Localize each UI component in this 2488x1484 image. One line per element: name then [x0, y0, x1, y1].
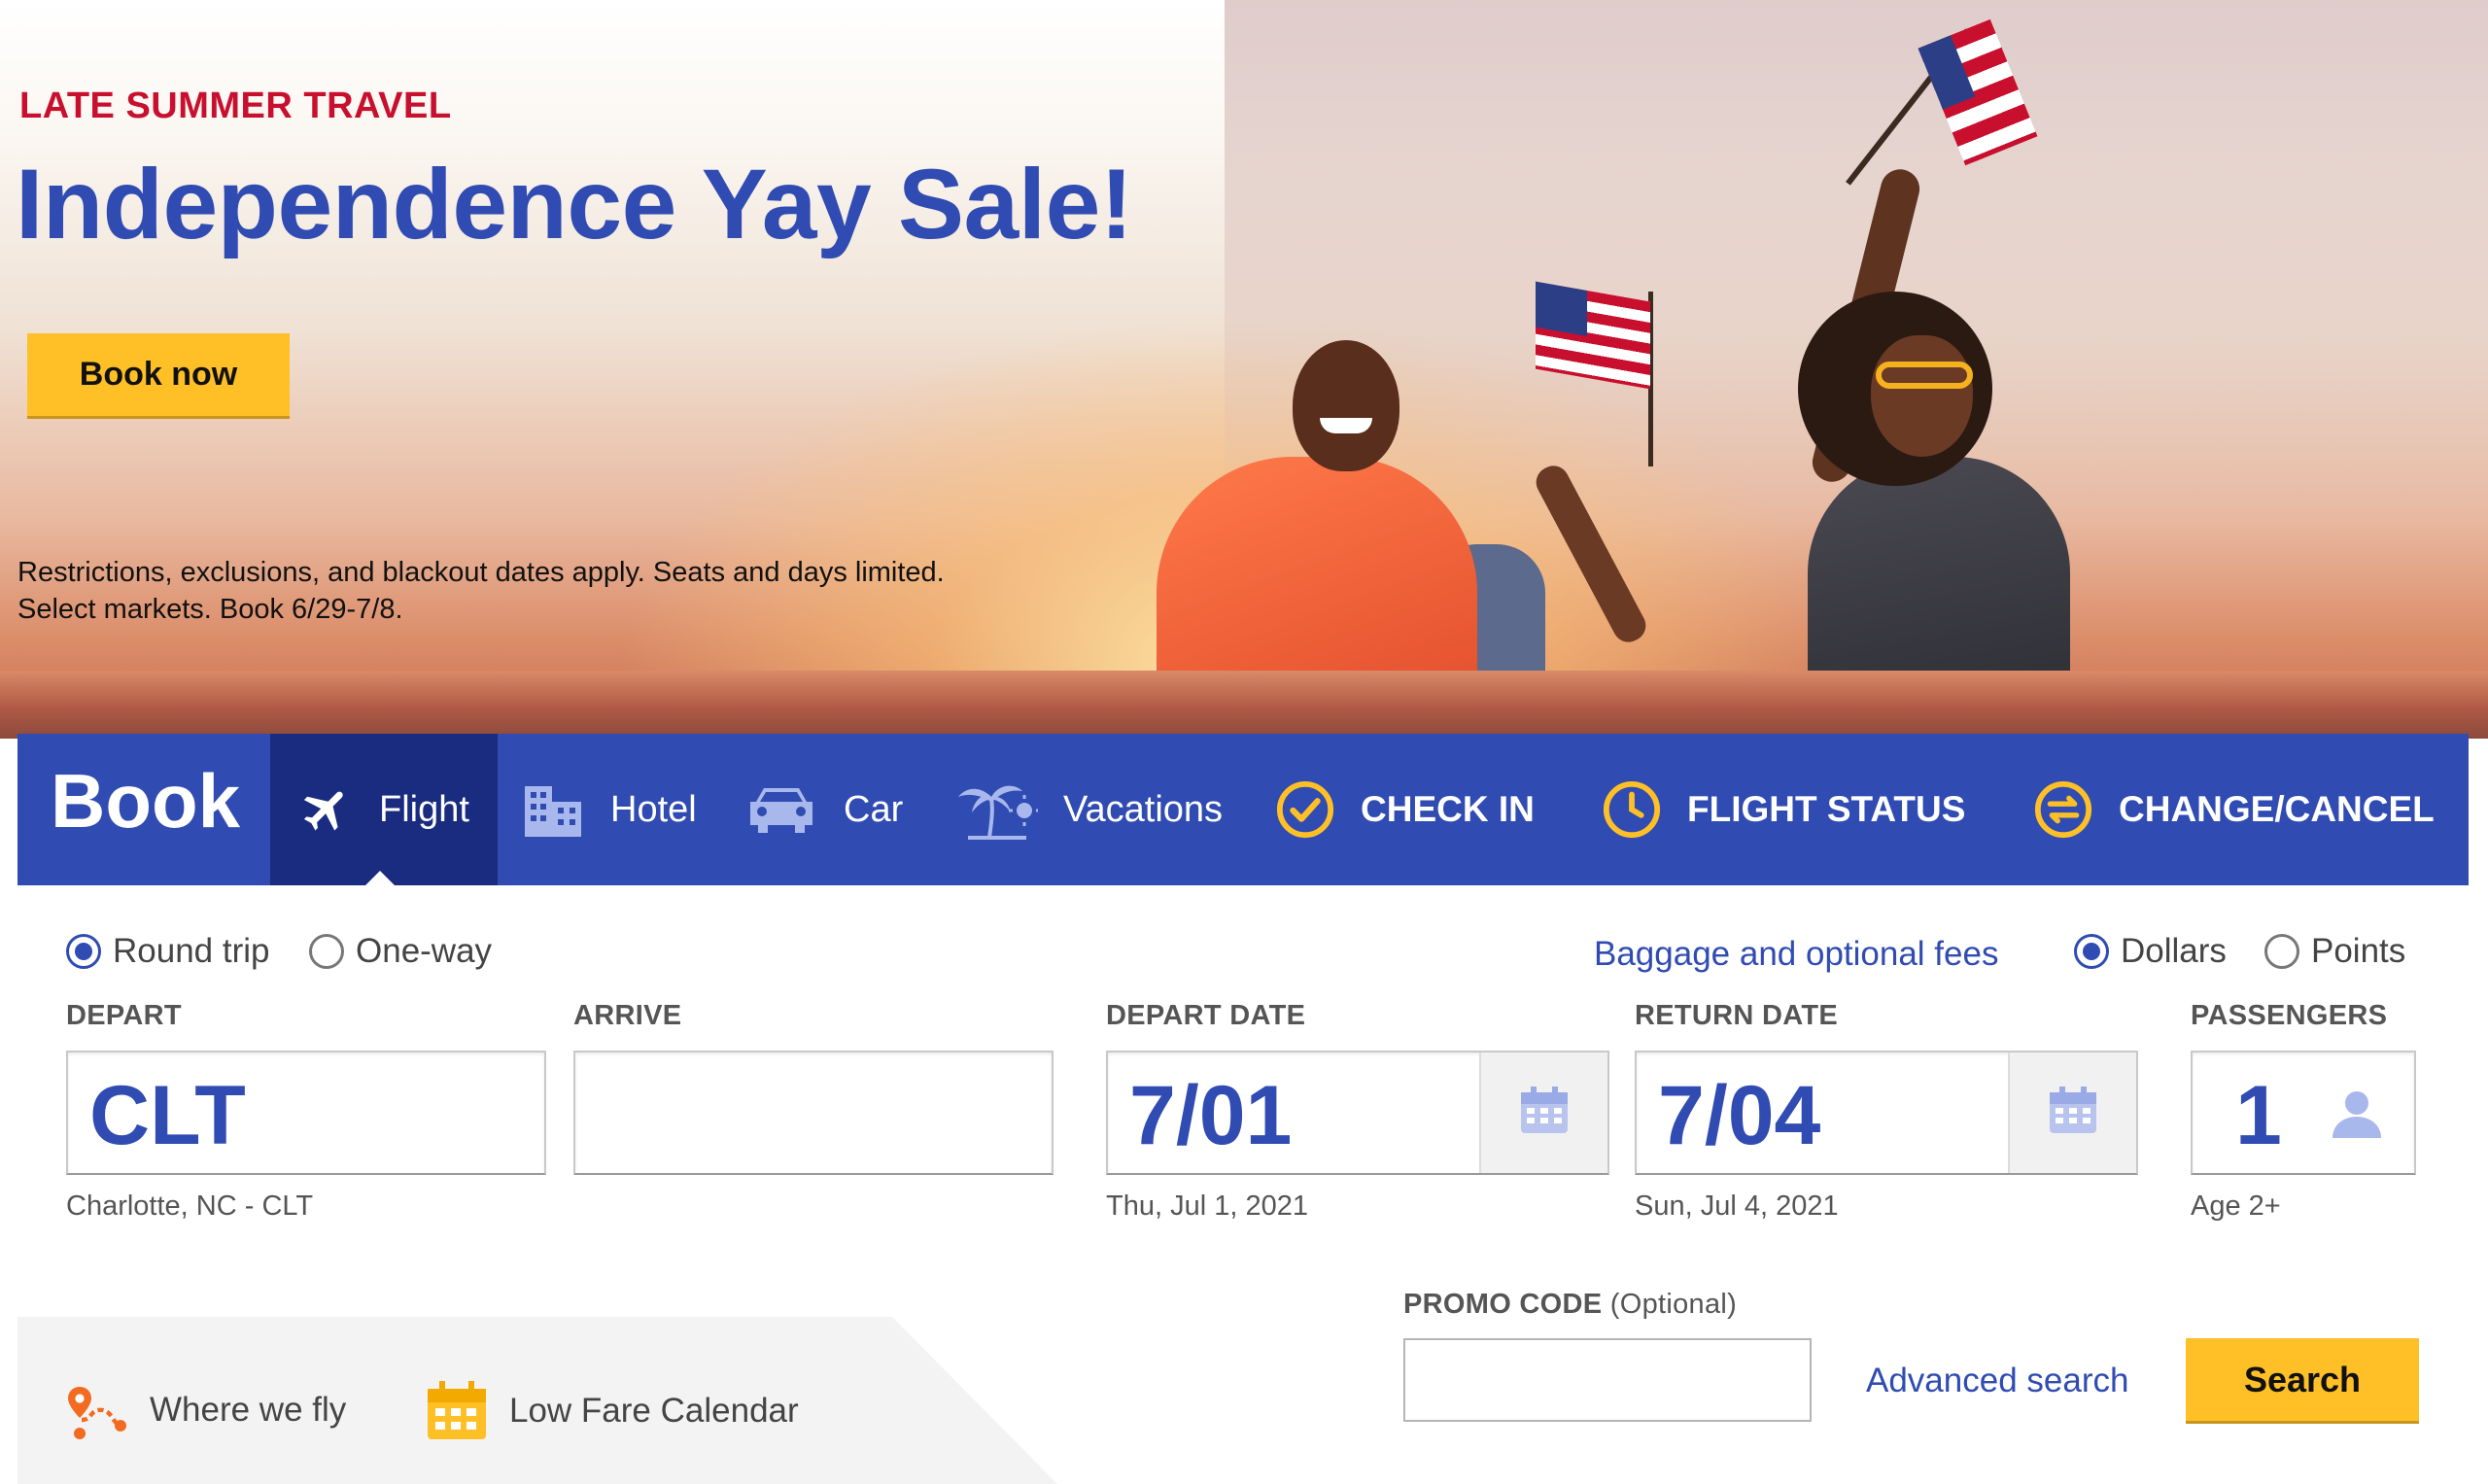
palm-tree-icon — [956, 779, 1038, 840]
depart-city: Charlotte, NC - CLT — [66, 1191, 314, 1222]
promo-code-label: PROMO CODE (Optional) — [1403, 1289, 1737, 1321]
fine-print-line: Select markets. Book 6/29-7/8. — [17, 594, 403, 625]
return-date-detail: Sun, Jul 4, 2021 — [1635, 1191, 1839, 1222]
route-map-icon — [66, 1379, 128, 1441]
radio-one-way[interactable] — [309, 934, 344, 969]
tool-label: Where we fly — [150, 1391, 347, 1429]
promo-label-text: PROMO CODE — [1403, 1289, 1603, 1320]
tab-label: Hotel — [610, 788, 697, 830]
radio-dollars[interactable] — [2074, 934, 2109, 969]
return-date-calendar-button[interactable] — [2008, 1053, 2136, 1173]
depart-value: CLT — [89, 1069, 246, 1162]
check-circle-icon — [1275, 779, 1335, 840]
tab-label: Flight — [379, 788, 469, 830]
tab-vacations[interactable]: Vacations — [956, 734, 1223, 885]
radio-label: Dollars — [2121, 932, 2227, 970]
currency-points[interactable]: Points — [2264, 932, 2405, 971]
promo-code-input[interactable] — [1403, 1338, 1812, 1422]
calendar-icon — [2048, 1086, 2098, 1140]
radio-label: Round trip — [113, 932, 270, 970]
depart-date-calendar-button[interactable] — [1479, 1053, 1607, 1173]
promo-optional-text: (Optional) — [1609, 1289, 1738, 1320]
trip-type-round-trip[interactable]: Round trip — [66, 932, 269, 971]
book-now-button[interactable]: Book now — [27, 333, 290, 419]
radio-points[interactable] — [2264, 934, 2299, 969]
calendar-icon — [426, 1381, 488, 1441]
flight-search-form: Round trip One-way Baggage and optional … — [17, 885, 2469, 1484]
tab-hotel[interactable]: Hotel — [521, 734, 697, 885]
passengers-label: PASSENGERS — [2191, 1000, 2388, 1031]
return-date-label: RETURN DATE — [1635, 1000, 1838, 1031]
flight-status-label: FLIGHT STATUS — [1687, 789, 1966, 829]
airplane-icon — [299, 782, 354, 837]
depart-date-value: 7/01 — [1129, 1069, 1293, 1162]
passengers-value: 1 — [2235, 1069, 2282, 1162]
advanced-search-link[interactable]: Advanced search — [1866, 1362, 2128, 1400]
clock-icon — [1602, 779, 1662, 840]
return-date-value: 7/04 — [1658, 1069, 1821, 1162]
hero-title: Independence Yay Sale! — [16, 149, 1133, 259]
search-button[interactable]: Search — [2186, 1338, 2419, 1424]
hero-fine-print: Restrictions, exclusions, and blackout d… — [17, 554, 945, 628]
hero-banner: LATE SUMMER TRAVEL Independence Yay Sale… — [0, 0, 2488, 739]
tab-flight[interactable]: Flight — [270, 734, 498, 885]
where-we-fly-link[interactable]: Where we fly — [66, 1379, 346, 1441]
radio-label: One-way — [356, 932, 493, 970]
passengers-age: Age 2+ — [2191, 1191, 2281, 1222]
booking-title: Book — [51, 758, 240, 844]
depart-date-label: DEPART DATE — [1106, 1000, 1306, 1031]
radio-round-trip[interactable] — [66, 934, 101, 969]
depart-date-detail: Thu, Jul 1, 2021 — [1106, 1191, 1308, 1222]
hero-photo-man-head — [1293, 340, 1400, 471]
radio-label: Points — [2311, 932, 2406, 970]
fine-print-line: Restrictions, exclusions, and blackout d… — [17, 557, 945, 588]
check-in-label: CHECK IN — [1361, 789, 1535, 829]
low-fare-calendar-link[interactable]: Low Fare Calendar — [426, 1381, 799, 1441]
person-icon — [2331, 1087, 2383, 1145]
change-cancel-label: CHANGE/CANCEL — [2119, 789, 2435, 829]
hero-sea — [0, 671, 2488, 739]
return-date-field[interactable]: 7/04 — [1635, 1051, 2138, 1175]
arrive-label: ARRIVE — [573, 1000, 682, 1031]
flight-status-link[interactable]: FLIGHT STATUS — [1602, 734, 1965, 885]
passengers-field[interactable]: 1 — [2191, 1051, 2416, 1175]
trip-type-one-way[interactable]: One-way — [309, 932, 492, 971]
depart-label: DEPART — [66, 1000, 182, 1031]
arrive-field[interactable] — [573, 1051, 1054, 1175]
tab-label: Car — [844, 788, 904, 830]
hero-eyebrow: LATE SUMMER TRAVEL — [19, 86, 452, 126]
active-tab-caret — [365, 871, 395, 885]
calendar-icon — [1519, 1086, 1570, 1140]
depart-field[interactable]: CLT — [66, 1051, 546, 1175]
currency-dollars[interactable]: Dollars — [2074, 932, 2227, 971]
hotel-icon — [521, 782, 585, 837]
tab-label: Vacations — [1063, 788, 1224, 830]
sunglasses-icon — [1876, 362, 1973, 389]
hero-photo-woman-face — [1871, 335, 1973, 457]
hero-photo-smile — [1320, 418, 1372, 433]
swap-arrows-icon — [2033, 779, 2093, 840]
baggage-fees-link[interactable]: Baggage and optional fees — [1594, 935, 1998, 974]
change-cancel-link[interactable]: CHANGE/CANCEL — [2033, 734, 2435, 885]
car-icon — [744, 782, 818, 837]
tab-car[interactable]: Car — [744, 734, 903, 885]
depart-date-field[interactable]: 7/01 — [1106, 1051, 1609, 1175]
booking-nav-bar: Book Flight Hotel Car Vacations CHECK IN… — [17, 734, 2469, 885]
check-in-link[interactable]: CHECK IN — [1275, 734, 1535, 885]
tool-label: Low Fare Calendar — [509, 1392, 799, 1430]
